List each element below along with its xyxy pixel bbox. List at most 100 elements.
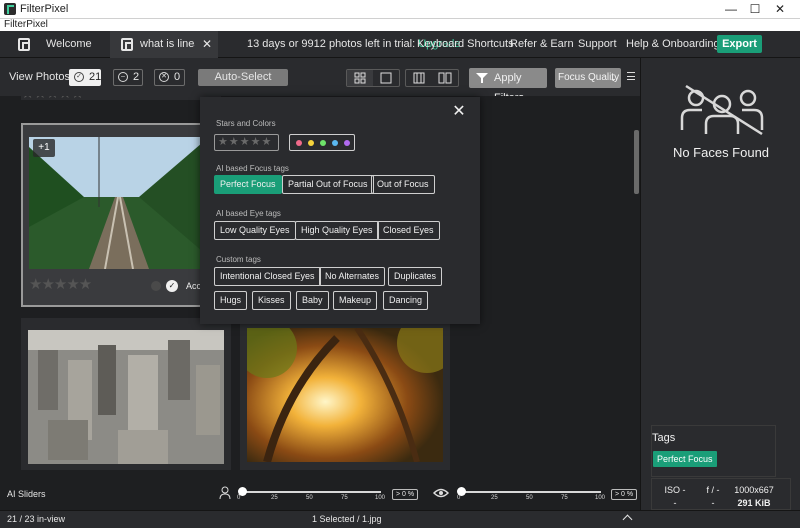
- no-faces-label: No Faces Found: [672, 145, 770, 160]
- star-rating[interactable]: ★★★★★: [21, 96, 84, 102]
- image-dimensions: 1000x667: [734, 485, 774, 495]
- forest-photo: [247, 328, 443, 462]
- stars-colors-title: Stars and Colors: [216, 119, 276, 128]
- eye-icon: [433, 488, 449, 498]
- minus-circle-icon: –: [118, 72, 128, 82]
- eye-tick-0: 0: [457, 495, 461, 501]
- compare-view-button[interactable]: [432, 70, 458, 86]
- iso-label: ISO -: [664, 485, 686, 495]
- view-photos-label: View Photos:: [9, 71, 74, 83]
- filter-rejected-button[interactable]: – 2: [113, 69, 143, 86]
- tab-close-icon[interactable]: ✕: [202, 31, 212, 58]
- color-dot-purple[interactable]: [344, 140, 350, 146]
- color-dot-blue[interactable]: [332, 140, 338, 146]
- export-button[interactable]: Export: [717, 35, 762, 53]
- photo-card-partial[interactable]: ★★★★★: [21, 96, 221, 102]
- filterpixel-logo-icon: [121, 38, 133, 51]
- tag-no-alternates[interactable]: No Alternates: [319, 267, 386, 286]
- star-rating[interactable]: ★★★★★: [29, 275, 92, 293]
- photo-card[interactable]: [21, 318, 231, 470]
- filmstrip-icon: [413, 72, 425, 84]
- eye-tick-75: 75: [561, 495, 568, 501]
- face-tick-25: 25: [271, 495, 278, 501]
- face-icon: [219, 486, 231, 500]
- keyboard-shortcuts-link[interactable]: Keyboard Shortcuts: [417, 31, 514, 58]
- photo-card[interactable]: [240, 318, 450, 470]
- status-bar: 21 / 23 in-view 1 Selected / 1.jpg: [0, 510, 800, 528]
- face-slider-track[interactable]: [241, 491, 381, 493]
- chevron-up-icon[interactable]: [622, 514, 633, 525]
- support-link[interactable]: Support: [578, 31, 617, 58]
- iso-value: -: [673, 498, 677, 508]
- tag-makeup[interactable]: Makeup: [333, 291, 378, 310]
- tag-out-of-focus[interactable]: Out of Focus: [371, 175, 435, 194]
- color-dot-green[interactable]: [320, 140, 326, 146]
- focus-quality-dropdown[interactable]: Focus Quality ⌄: [555, 68, 621, 88]
- custom-tags-title: Custom tags: [216, 255, 261, 264]
- accept-label: Acc: [186, 281, 202, 291]
- applied-tag: Perfect Focus: [653, 451, 717, 467]
- single-view-button[interactable]: [373, 70, 399, 86]
- close-window-button[interactable]: ✕: [757, 0, 800, 19]
- compare-mode-toggle: [405, 69, 459, 87]
- tags-title: Tags: [652, 432, 676, 444]
- apply-filters-button[interactable]: Apply Filters: [469, 68, 547, 104]
- face-threshold-value[interactable]: > 0 %: [392, 489, 419, 500]
- tag-dancing[interactable]: Dancing: [383, 291, 429, 310]
- face-tick-50: 50: [306, 495, 313, 501]
- tag-baby[interactable]: Baby: [296, 291, 329, 310]
- tag-duplicates[interactable]: Duplicates: [388, 267, 443, 286]
- tag-kisses[interactable]: Kisses: [252, 291, 291, 310]
- stars-filter[interactable]: ★★★★★: [214, 134, 279, 151]
- color-dot-pink[interactable]: [296, 140, 302, 146]
- tag-partial-out-of-focus[interactable]: Partial Out of Focus: [282, 175, 374, 194]
- photo-card-selected[interactable]: +1 ★★★★★ ✓ Acc: [21, 123, 221, 307]
- app-logo-icon: [4, 3, 16, 15]
- filter-icon: [476, 73, 488, 83]
- ai-sliders-title: AI Sliders: [7, 489, 46, 499]
- tag-high-quality-eyes[interactable]: High Quality Eyes: [295, 221, 379, 240]
- help-onboarding-link[interactable]: Help & Onboarding: [626, 31, 720, 58]
- filter-accepted-button[interactable]: ✓ 21: [69, 69, 101, 86]
- eye-slider-track[interactable]: [461, 491, 601, 493]
- ai-sliders-bar: AI Sliders 0 25 50 75 100 > 0 % 0 25 50 …: [0, 482, 640, 510]
- view-mode-toggle: [346, 69, 400, 87]
- color-dot-yellow[interactable]: [308, 140, 314, 146]
- eye-tick-100: 100: [595, 495, 606, 501]
- tag-closed-eyes[interactable]: Closed Eyes: [377, 221, 440, 240]
- tab-bar: Welcome what is linear p ✕ 13 days or 99…: [0, 31, 800, 58]
- menu-filterpixel[interactable]: FilterPixel: [4, 19, 48, 30]
- refer-earn-link[interactable]: Refer & Earn: [510, 31, 574, 58]
- color-labels-filter[interactable]: [289, 134, 355, 151]
- close-icon[interactable]: ✕: [452, 104, 466, 120]
- eye-threshold-value[interactable]: > 0 %: [611, 489, 638, 500]
- city-photo: [28, 330, 224, 464]
- tab-active-project[interactable]: what is linear p ✕: [110, 31, 218, 58]
- tag-low-quality-eyes[interactable]: Low Quality Eyes: [214, 221, 296, 240]
- tab-welcome[interactable]: Welcome: [46, 31, 92, 58]
- chevron-down-icon: ⌄: [609, 73, 617, 83]
- hamburger-menu-icon[interactable]: [627, 72, 635, 80]
- compare-icon: [438, 72, 452, 84]
- aperture-value: -: [711, 498, 715, 508]
- tag-hugs[interactable]: Hugs: [214, 291, 248, 310]
- tag-intentional-closed-eyes[interactable]: Intentional Closed Eyes: [214, 267, 321, 286]
- aperture-label: f / -: [706, 485, 720, 495]
- auto-select-button[interactable]: Auto-Select: [198, 69, 288, 86]
- filmstrip-view-button[interactable]: [406, 70, 432, 86]
- filter-unrated-button[interactable]: ✕ 0: [154, 69, 185, 86]
- accept-check-icon[interactable]: ✓: [166, 280, 178, 292]
- focus-tags-title: AI based Focus tags: [216, 164, 289, 173]
- grid-icon: [354, 72, 366, 84]
- tag-perfect-focus[interactable]: Perfect Focus: [214, 175, 282, 194]
- square-icon: [380, 72, 392, 84]
- stack-count-badge: +1: [33, 139, 55, 157]
- image-filesize: 291 KiB: [737, 498, 771, 508]
- check-circle-icon: ✓: [74, 72, 84, 82]
- window-titlebar: FilterPixel — ☐ ✕: [0, 0, 800, 19]
- grid-view-button[interactable]: [347, 70, 373, 86]
- tab-project-label: what is linear p: [140, 38, 195, 50]
- reject-toggle-icon[interactable]: [151, 281, 161, 291]
- grid-scrollbar[interactable]: [634, 130, 639, 194]
- menubar: FilterPixel: [0, 19, 800, 31]
